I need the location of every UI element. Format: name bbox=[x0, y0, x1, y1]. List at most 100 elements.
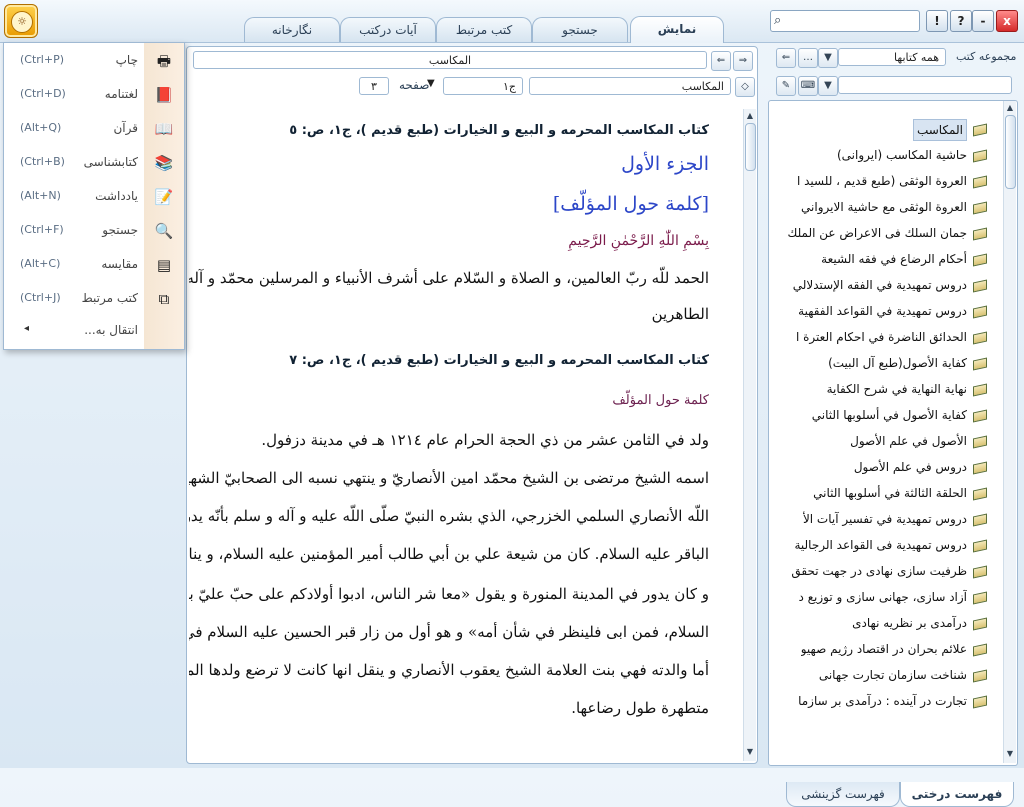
app-logo-button[interactable]: ☼ bbox=[4, 4, 38, 38]
doc-line-body: و كان يدور في المدينة المنورة و يقول «مع… bbox=[189, 585, 709, 603]
tree-item-book[interactable]: دروس تمهيدية في تفسير آيات الأ bbox=[803, 509, 967, 529]
tree-item-book[interactable]: الحدائق الناضرة في احكام العترة ا bbox=[796, 327, 967, 347]
library-panel: مجموعه کتب همه کتابها ▼ … ⇐ ▼ ⌨ ✎ المكاس… bbox=[768, 46, 1018, 807]
menu-item-label: لغتنامه bbox=[104, 87, 138, 101]
tree-item-book[interactable]: العروة الوثقى مع حاشية الايرواني bbox=[801, 197, 967, 217]
tree-item-book[interactable]: المكاسب bbox=[912, 119, 967, 141]
doc-line-bhead: كتاب المكاسب المحرمه و البيع و الخيارات … bbox=[289, 123, 709, 138]
menu-item-note[interactable]: 📝 یادداشت (Alt+N) bbox=[4, 181, 184, 215]
keyboard-icon[interactable]: ⌨ bbox=[798, 76, 818, 96]
book-icon bbox=[973, 253, 987, 264]
book-name-input[interactable]: المكاسب bbox=[529, 77, 731, 95]
menu-item-quran[interactable]: 📖 قرآن (Alt+Q) bbox=[4, 113, 184, 147]
bibliography-icon: 📚 bbox=[154, 154, 174, 172]
document-scrollbar[interactable]: ▲ ▼ bbox=[743, 109, 756, 761]
tab-display[interactable]: نمایش bbox=[630, 16, 724, 43]
tab-selective-index[interactable]: فهرست گزينشى bbox=[786, 782, 900, 807]
top-search-input[interactable]: ⌕ bbox=[770, 10, 920, 32]
tree-item-book[interactable]: كفاية الأصول(طبع آل البيت) bbox=[828, 353, 967, 373]
page-input[interactable]: ٣ bbox=[359, 77, 389, 95]
main-menu: 🖶 چاپ (Ctrl+P) 📕 لغتنامه (Ctrl+D) 📖 قرآن (Alt+Q)… bbox=[3, 42, 185, 350]
tree-item-book[interactable]: دروس تمهيدية فى القواعد الرجالية bbox=[794, 535, 967, 555]
tree-item-book[interactable]: ظرفيت سازى نهادى در جهت تحقق bbox=[791, 561, 967, 581]
back-arrow-icon[interactable]: ⇐ bbox=[711, 51, 731, 71]
menu-item-shortcut: (Alt+N) bbox=[20, 189, 61, 202]
book-icon bbox=[973, 201, 987, 212]
book-icon bbox=[973, 695, 987, 706]
dictionary-icon: 📕 bbox=[154, 86, 174, 104]
minimize-button[interactable]: - bbox=[972, 10, 994, 32]
menu-item-dictionary[interactable]: 📕 لغتنامه (Ctrl+D) bbox=[4, 79, 184, 113]
book-icon bbox=[973, 669, 987, 680]
tab-tree-index[interactable]: فهرست درختى bbox=[900, 782, 1014, 807]
doc-line-body: اسمه الشيخ مرتضى بن الشيخ محمّد امين الأ… bbox=[189, 469, 709, 487]
tree-item-book[interactable]: أحكام الرضاع في فقه الشيعة bbox=[821, 249, 967, 269]
tree-scrollbar[interactable]: ▲ ▼ bbox=[1003, 101, 1016, 763]
scroll-down-icon[interactable]: ▼ bbox=[1005, 749, 1015, 759]
tree-item-book[interactable]: دروس في علم الأصول bbox=[854, 457, 967, 477]
bookmark-icon[interactable]: ◇ bbox=[735, 77, 755, 97]
doc-line-purp: كلمة حول المؤلّف bbox=[612, 393, 709, 408]
scroll-up-icon[interactable]: ▲ bbox=[745, 111, 755, 121]
book-icon bbox=[973, 513, 987, 524]
book-icon bbox=[973, 279, 987, 290]
search-icon: ⌕ bbox=[774, 13, 782, 28]
tree-item-book[interactable]: نهاية النهاية في شرح الكفاية bbox=[827, 379, 967, 399]
doc-line-body: اللّه الأنصاري السلمي الخزرجي، الذي بشره… bbox=[189, 507, 709, 525]
tools-icon[interactable]: ✎ bbox=[776, 76, 796, 96]
book-title-field: المكاسب bbox=[193, 51, 707, 69]
menu-item-related-books[interactable]: ⧉ کتب مرتبط (Ctrl+J) bbox=[4, 283, 184, 317]
tree-item-book[interactable]: الحلقة الثالثة في أسلوبها الثاني bbox=[813, 483, 967, 503]
info-button[interactable]: ! bbox=[926, 10, 948, 32]
top-bar: ☼ نمایش جستجو کتب مرتبط آیات درکتب نگارخ… bbox=[0, 0, 1024, 43]
tree-filter-input[interactable] bbox=[838, 76, 1012, 94]
printer-icon: 🖶 bbox=[156, 52, 172, 70]
menu-item-search[interactable]: 🔍 جستجو (Ctrl+F) bbox=[4, 215, 184, 249]
tree-item-book[interactable]: الأصول في علم الأصول bbox=[850, 431, 967, 451]
book-icon bbox=[973, 331, 987, 342]
scroll-up-icon[interactable]: ▲ bbox=[1005, 103, 1015, 113]
collection-label: مجموعه کتب bbox=[956, 50, 1017, 63]
tree-item-book[interactable]: دروس تمهيدية في الفقه الإستدلالي bbox=[793, 275, 967, 295]
tab-related-books[interactable]: کتب مرتبط bbox=[436, 17, 532, 42]
tree-item-book[interactable]: علائم بحران در اقتصاد رژيم صهيو bbox=[801, 639, 967, 659]
tree-item-book[interactable]: كفاية الأصول في أسلوبها الثاني bbox=[812, 405, 967, 425]
tree-item-book[interactable]: جمان السلك فى الاعراض عن الملك bbox=[787, 223, 967, 243]
menu-item-shortcut: (Ctrl+P) bbox=[20, 53, 65, 66]
tab-search[interactable]: جستجو bbox=[532, 17, 628, 42]
menu-item-shortcut: (Ctrl+D) bbox=[20, 87, 66, 100]
tree-item-book[interactable]: دروس تمهيدية في القواعد الفقهية bbox=[798, 301, 967, 321]
menu-item-shortcut: (Ctrl+F) bbox=[20, 223, 64, 236]
tree-item-book[interactable]: آزاد سازى، جهانى سازى و توزيع د bbox=[798, 587, 967, 607]
scroll-down-icon[interactable]: ▼ bbox=[745, 747, 755, 757]
menu-item-move-to[interactable]: انتقال به... ◂ bbox=[4, 315, 184, 349]
tree-item-book[interactable]: تجارت در آينده : درآمدى بر سازما bbox=[798, 691, 967, 711]
menu-item-bibliography[interactable]: 📚 کتابشناسی (Ctrl+B) bbox=[4, 147, 184, 181]
menu-item-printer[interactable]: 🖶 چاپ (Ctrl+P) bbox=[4, 45, 184, 79]
tree-item-book[interactable]: حاشية المكاسب (ايروانى) bbox=[837, 145, 967, 165]
volume-select[interactable]: ج١ bbox=[443, 77, 523, 95]
tree-item-book[interactable]: درآمدى بر نظريه نهادى bbox=[852, 613, 967, 633]
more-icon[interactable]: … bbox=[798, 48, 818, 68]
book-icon bbox=[973, 461, 987, 472]
doc-line-body: متطهرة طول رضاعها. bbox=[571, 699, 709, 717]
close-button[interactable]: x bbox=[996, 10, 1018, 32]
book-icon bbox=[973, 357, 987, 368]
menu-item-compare[interactable]: ▤ مقایسه (Alt+C) bbox=[4, 249, 184, 283]
scroll-thumb[interactable] bbox=[1005, 115, 1016, 189]
back-arrow-icon[interactable]: ⇐ bbox=[776, 48, 796, 68]
help-button[interactable]: ? bbox=[950, 10, 972, 32]
doc-line-chap: [كلمة حول المؤلّف] bbox=[552, 193, 709, 215]
doc-line-body: الطاهرين bbox=[651, 305, 709, 323]
dropdown-arrow-icon[interactable]: ▼ bbox=[818, 48, 838, 68]
menu-item-shortcut: (Alt+Q) bbox=[20, 121, 62, 134]
collection-select[interactable]: همه کتابها bbox=[838, 48, 946, 66]
tab-gallery[interactable]: نگارخانه bbox=[244, 17, 340, 42]
menu-item-label: جستجو bbox=[102, 223, 138, 237]
tree-item-book[interactable]: العروة الوثقى (طبع قديم ، للسيد ا bbox=[797, 171, 967, 191]
tab-verses-in-books[interactable]: آیات درکتب bbox=[340, 17, 436, 42]
forward-arrow-icon[interactable]: ⇒ bbox=[733, 51, 753, 71]
dropdown-arrow-icon[interactable]: ▼ bbox=[818, 76, 838, 96]
scroll-thumb[interactable] bbox=[745, 123, 756, 171]
tree-item-book[interactable]: شناخت سازمان تجارت جهانى bbox=[819, 665, 967, 685]
